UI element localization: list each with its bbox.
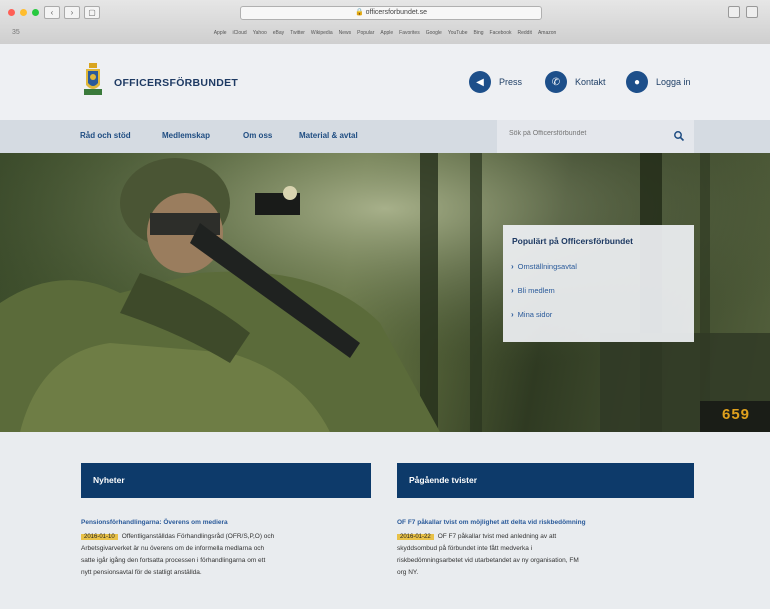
history-buttons: ‹ › ▢ xyxy=(44,6,100,19)
news-line: nytt pensionsavtal för de statligt anstä… xyxy=(81,569,202,576)
search-icon[interactable] xyxy=(673,130,685,142)
bookmark-item[interactable]: iCloud xyxy=(233,26,247,40)
nav-item-rad-och-stod[interactable]: Råd och stöd xyxy=(80,131,131,140)
dispute-line: riskbedömningsarbetet vid utarbetandet a… xyxy=(397,557,579,564)
news-line: Offentliganställdas Förhandlingsråd (OFR… xyxy=(121,533,275,540)
chevron-right-icon: › xyxy=(511,310,514,319)
bookmark-item[interactable]: Favorites xyxy=(399,26,420,40)
press-link[interactable]: ◀ Press xyxy=(469,71,522,93)
bookmark-item[interactable]: Google xyxy=(426,26,442,40)
chevron-right-icon: › xyxy=(511,262,514,271)
news-item-body: 2016-01-10 Offentliganställdas Förhandlin… xyxy=(81,531,376,579)
bookmark-item[interactable]: eBay xyxy=(273,26,284,40)
zoom-window-button[interactable] xyxy=(32,9,39,16)
nav-item-om-oss[interactable]: Om oss xyxy=(243,131,272,140)
popular-link-2[interactable]: › Mina sidor xyxy=(511,310,552,319)
bookmark-item[interactable]: Amazon xyxy=(538,26,556,40)
phone-icon: ✆ xyxy=(545,71,567,93)
url-text: officersforbundet.se xyxy=(365,9,428,16)
news-header: Nyheter xyxy=(81,463,371,498)
dispute-line: OF F7 påkallar tvist med anledning av at… xyxy=(437,533,557,540)
news-line: Arbetsgivarverket är nu överens om de in… xyxy=(81,545,265,552)
lock-icon: 🔒 xyxy=(354,9,364,16)
bookmark-item[interactable]: Facebook xyxy=(490,26,512,40)
bookmark-item[interactable]: Wikipedia xyxy=(311,26,333,40)
close-window-button[interactable] xyxy=(8,9,15,16)
user-icon: ● xyxy=(626,71,648,93)
bookmark-item[interactable]: Bing xyxy=(474,26,484,40)
popular-link-0[interactable]: › Omställningsavtal xyxy=(511,262,577,271)
news-line: satte igår igång den fortsatta processen… xyxy=(81,557,266,564)
bookmark-item[interactable]: YouTube xyxy=(448,26,468,40)
dispute-line: org NY. xyxy=(397,569,419,576)
news-date-badge: 2016-01-10 xyxy=(81,534,118,540)
back-button[interactable]: ‹ xyxy=(44,6,60,19)
kontakt-label: Kontakt xyxy=(575,77,606,87)
popular-link-label: Mina sidor xyxy=(517,310,553,319)
bookmark-item[interactable]: Reddit xyxy=(517,26,531,40)
window-controls xyxy=(8,9,39,16)
popular-title: Populärt på Officersförbundet xyxy=(512,236,633,246)
nav-item-medlemskap[interactable]: Medlemskap xyxy=(162,131,210,140)
megaphone-icon: ◀ xyxy=(469,71,491,93)
browser-toolbar: ‹ › ▢ 🔒 officersforbundet.se 35 Apple iCl… xyxy=(0,0,770,45)
login-link[interactable]: ● Logga in xyxy=(626,71,691,93)
logo-text[interactable]: OFFICERSFÖRBUNDET xyxy=(114,77,238,89)
bookmark-item[interactable]: News xyxy=(339,26,352,40)
nav-item-material-avtal[interactable]: Material & avtal xyxy=(299,131,358,140)
bookmark-item[interactable]: Twitter xyxy=(290,26,305,40)
chevron-right-icon: › xyxy=(511,286,514,295)
forward-button[interactable]: › xyxy=(64,6,80,19)
bookmark-item[interactable]: Apple xyxy=(214,26,227,40)
bookmark-item[interactable]: Yahoo xyxy=(253,26,267,40)
dispute-date-badge: 2016-01-22 xyxy=(397,534,434,540)
dispute-line: skyddsombud på förbundet inte fått medve… xyxy=(397,545,533,552)
bookmark-item[interactable]: Apple xyxy=(380,26,393,40)
bookmark-item[interactable]: Popular xyxy=(357,26,374,40)
minimize-window-button[interactable] xyxy=(20,9,27,16)
news-item-title[interactable]: Pensionsförhandlingarna: Överens om medi… xyxy=(81,519,228,526)
address-bar[interactable]: 🔒 officersforbundet.se xyxy=(240,6,542,20)
popular-link-label: Bli medlem xyxy=(517,286,555,295)
toolbar-right-icons xyxy=(728,6,758,18)
login-label: Logga in xyxy=(656,77,691,87)
tabs-icon[interactable] xyxy=(746,6,758,18)
search-input[interactable] xyxy=(509,130,659,137)
vehicle-number-plate: 659 xyxy=(722,406,751,423)
share-icon[interactable] xyxy=(728,6,740,18)
popular-link-1[interactable]: › Bli medlem xyxy=(511,286,555,295)
disputes-header: Pågående tvister xyxy=(397,463,694,498)
bookmarks-bar: Apple iCloud Yahoo eBay Twitter Wikipedia News… xyxy=(0,26,770,40)
dispute-item-title[interactable]: OF F7 påkallar tvist om möjlighet att de… xyxy=(397,519,586,526)
popular-panel: Populärt på Officersförbundet › Omställn… xyxy=(503,225,694,342)
popular-link-label: Omställningsavtal xyxy=(517,262,577,271)
kontakt-link[interactable]: ✆ Kontakt xyxy=(545,71,606,93)
dispute-item-body: 2016-01-22 OF F7 påkallar tvist med anled… xyxy=(397,531,697,579)
sidebar-button[interactable]: ▢ xyxy=(84,6,100,19)
search-box xyxy=(497,120,694,153)
press-label: Press xyxy=(499,77,523,87)
site-header: OFFICERSFÖRBUNDET ◀ Press ✆ Kontakt ● Lo… xyxy=(0,44,770,120)
crest-icon xyxy=(84,63,102,95)
